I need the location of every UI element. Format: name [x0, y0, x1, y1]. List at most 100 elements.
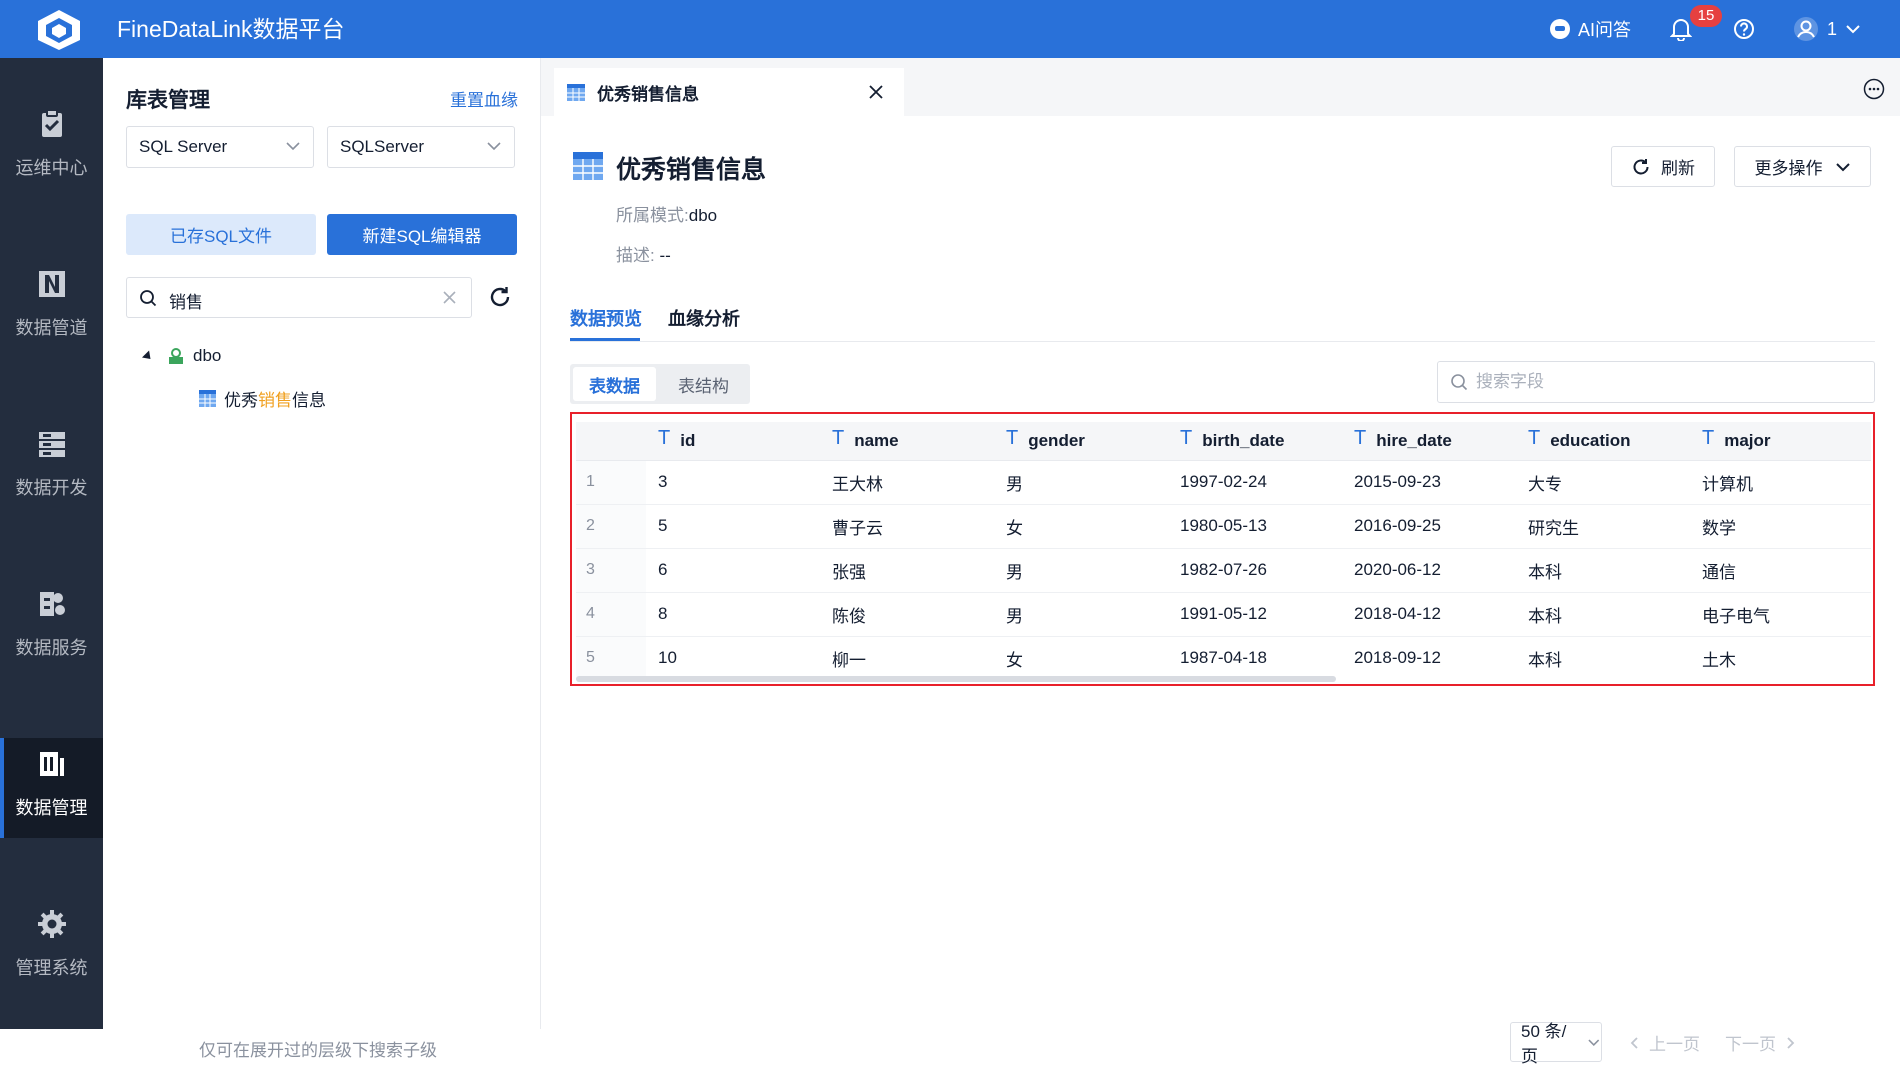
table-cell[interactable]: 10 [646, 636, 820, 680]
table-cell[interactable]: 本科 [1516, 592, 1690, 637]
table-cell[interactable]: 女 [994, 504, 1168, 549]
table-cell[interactable]: 2015-09-23 [1342, 460, 1516, 505]
table-cell[interactable]: 男 [994, 548, 1168, 593]
tab-lineage-analysis[interactable]: 血缘分析 [668, 305, 740, 331]
table-search-input[interactable]: 销售 [126, 277, 472, 318]
chevron-down-icon [286, 142, 300, 151]
reset-lineage-link[interactable]: 重置血缘 [450, 86, 518, 111]
table-row: 3 6 张强 男 1982-07-26 2020-06-12 本科 通信 [576, 548, 1871, 593]
field-search[interactable] [1437, 361, 1875, 403]
new-sql-editor-button[interactable]: 新建SQL编辑器 [327, 214, 517, 255]
page-title: 优秀销售信息 [616, 156, 767, 184]
horizontal-scrollbar[interactable] [576, 676, 1336, 682]
previous-page-button[interactable]: 上一页 [1629, 1030, 1700, 1055]
table-cell[interactable]: 柳一 [820, 636, 994, 680]
row-number: 2 [576, 504, 646, 549]
connection-select[interactable]: SQLServer [327, 126, 515, 168]
column-header[interactable]: Tmajor [1690, 422, 1871, 461]
chevron-down-icon [1846, 25, 1860, 34]
table-cell[interactable]: 曹子云 [820, 504, 994, 549]
schema-meta: 所属模式:dbo [616, 206, 718, 225]
table-cell[interactable]: 计算机 [1690, 460, 1871, 505]
table-icon [199, 389, 216, 407]
table-cell[interactable]: 3 [646, 460, 820, 505]
table-cell[interactable]: 1991-05-12 [1168, 592, 1342, 637]
logo-icon[interactable] [34, 8, 84, 52]
table-cell[interactable]: 本科 [1516, 636, 1690, 680]
text-type-icon: T [1354, 427, 1367, 450]
table-cell[interactable]: 本科 [1516, 548, 1690, 593]
column-header[interactable]: Teducation [1516, 422, 1690, 461]
saved-sql-files-button[interactable]: 已存SQL文件 [126, 214, 316, 255]
table-cell[interactable]: 2016-09-25 [1342, 504, 1516, 549]
table-cell[interactable]: 2020-06-12 [1342, 548, 1516, 593]
table-cell[interactable]: 8 [646, 592, 820, 637]
table-cell[interactable]: 通信 [1690, 548, 1871, 593]
tree-node-table[interactable]: 优秀销售信息 [199, 386, 326, 410]
sidebar-item-admin-system[interactable]: 管理系统 [0, 898, 103, 998]
table-cell[interactable]: 王大林 [820, 460, 994, 505]
chevron-down-icon [1588, 1039, 1600, 1046]
data-table-highlight-frame: Tid Tname Tgender Tbirth_date Thire_date… [570, 412, 1875, 686]
help-button[interactable] [1733, 14, 1755, 44]
segment-table-structure[interactable]: 表结构 [662, 367, 745, 401]
field-search-input[interactable] [1476, 370, 1856, 394]
sidebar-item-data-service[interactable]: 数据服务 [0, 578, 103, 678]
table-cell[interactable]: 张强 [820, 548, 994, 593]
more-actions-dropdown[interactable]: 更多操作 [1734, 146, 1871, 187]
active-tab-indicator [570, 338, 640, 341]
column-header[interactable]: Tid [646, 422, 820, 461]
table-cell[interactable]: 电子电气 [1690, 592, 1871, 637]
user-name: 1 [1827, 18, 1838, 39]
segment-table-data[interactable]: 表数据 [573, 367, 656, 401]
table-row: 4 8 陈俊 男 1991-05-12 2018-04-12 本科 电子电气 [576, 592, 1871, 637]
db-type-select[interactable]: SQL Server [126, 126, 314, 168]
page-size-select[interactable]: 50 条/页 [1510, 1022, 1602, 1066]
table-cell[interactable]: 1982-07-26 [1168, 548, 1342, 593]
sidebar-item-data-management[interactable]: 数据管理 [0, 738, 103, 838]
table-cell[interactable]: 2018-04-12 [1342, 592, 1516, 637]
connection-value: SQLServer [340, 137, 425, 156]
sidebar-item-data-dev[interactable]: 数据开发 [0, 418, 103, 518]
main-content: 优秀销售信息 优秀销售信息 刷新 更多操作 所属模式:dbo 描述: -- 数据… [541, 58, 1900, 1066]
data-management-icon [39, 752, 64, 776]
tab-excellent-sales[interactable]: 优秀销售信息 [554, 68, 904, 116]
table-cell[interactable]: 1987-04-18 [1168, 636, 1342, 680]
close-icon[interactable] [866, 82, 886, 102]
table-cell[interactable]: 5 [646, 504, 820, 549]
tab-bar: 优秀销售信息 [541, 58, 1900, 116]
table-cell[interactable]: 数学 [1690, 504, 1871, 549]
table-cell[interactable]: 大专 [1516, 460, 1690, 505]
table-cell[interactable]: 1980-05-13 [1168, 504, 1342, 549]
table-cell[interactable]: 男 [994, 460, 1168, 505]
table-cell[interactable]: 1997-02-24 [1168, 460, 1342, 505]
tree-node-schema[interactable]: dbo [141, 344, 221, 368]
table-cell[interactable]: 6 [646, 548, 820, 593]
column-header[interactable]: Tgender [994, 422, 1168, 461]
search-highlight: 销售 [258, 390, 292, 410]
table-cell[interactable]: 研究生 [1516, 504, 1690, 549]
caret-expanded-icon [141, 349, 155, 363]
sidebar-item-data-pipeline[interactable]: 数据管道 [0, 258, 103, 358]
panel-title: 库表管理 [126, 89, 210, 112]
sidebar-item-ops-center[interactable]: 运维中心 [0, 98, 103, 198]
more-options-icon[interactable] [1863, 78, 1885, 100]
column-header[interactable]: Tname [820, 422, 994, 461]
tab-divider [570, 341, 1875, 342]
table-cell[interactable]: 土木 [1690, 636, 1871, 680]
next-page-button[interactable]: 下一页 [1725, 1030, 1796, 1055]
table-cell[interactable]: 2018-09-12 [1342, 636, 1516, 680]
table-cell[interactable]: 女 [994, 636, 1168, 680]
table-cell[interactable]: 陈俊 [820, 592, 994, 637]
user-menu[interactable]: 1 [1793, 14, 1861, 44]
ai-assistant-button[interactable]: AI问答 [1550, 14, 1631, 44]
tab-data-preview[interactable]: 数据预览 [570, 305, 642, 331]
table-cell[interactable]: 男 [994, 592, 1168, 637]
app-title: FineDataLink数据平台 [117, 16, 345, 42]
refresh-icon[interactable] [487, 284, 513, 310]
refresh-button[interactable]: 刷新 [1611, 146, 1715, 187]
column-header[interactable]: Tbirth_date [1168, 422, 1342, 461]
column-header[interactable]: Thire_date [1342, 422, 1516, 461]
clear-icon[interactable] [442, 290, 457, 305]
pipeline-icon [38, 271, 65, 297]
